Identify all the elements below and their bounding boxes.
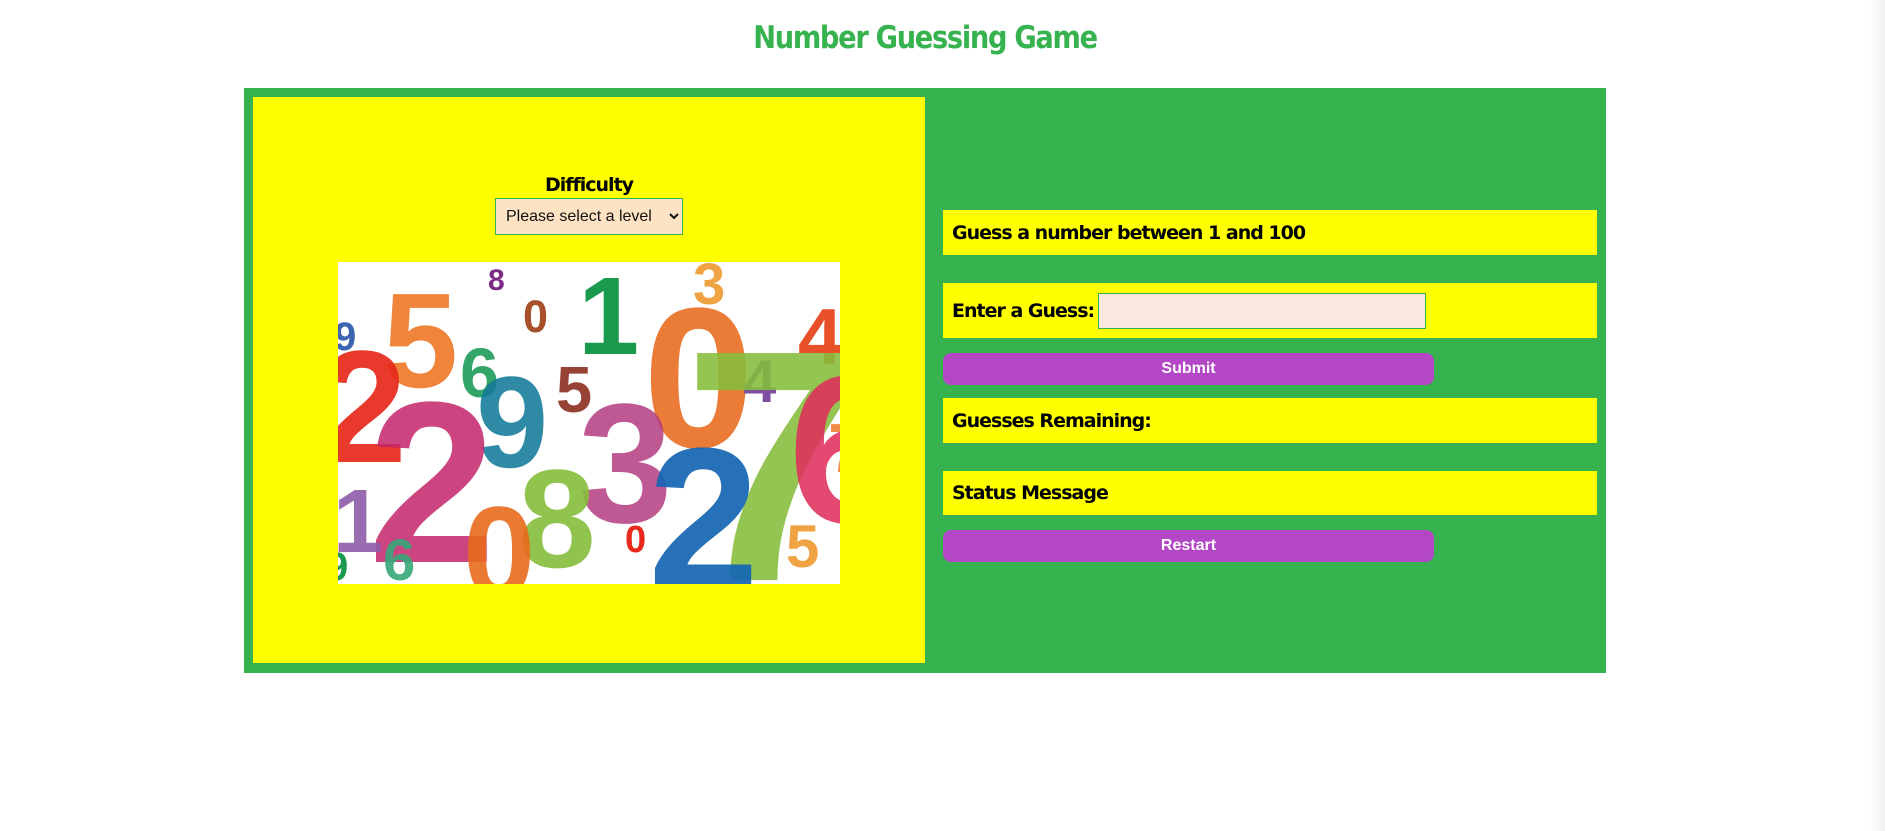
numbers-image-glyph: 0 xyxy=(625,519,646,561)
numbers-image-glyph: 5 xyxy=(786,513,819,580)
numbers-image-glyph: 0 xyxy=(523,291,548,342)
restart-button[interactable]: Restart xyxy=(943,530,1434,562)
difficulty-panel: Difficulty Please select a level 8 3 1 0… xyxy=(253,97,925,663)
range-text: Guess a number between 1 and 100 xyxy=(952,221,1306,244)
status-message: Status Message xyxy=(952,482,1109,504)
difficulty-label: Difficulty xyxy=(544,174,634,196)
numbers-image: 8 3 1 0 5 9 4 6 5 0 2 9 2 3 4 7 6 1 8 0 xyxy=(338,262,840,584)
guess-label: Enter a Guess: xyxy=(952,299,1095,322)
status-message-box: Status Message xyxy=(943,471,1597,515)
difficulty-select[interactable]: Please select a level xyxy=(495,198,683,235)
numbers-image-glyph: 7 xyxy=(828,409,840,487)
page-title: Number Guessing Game xyxy=(753,20,1098,56)
range-instruction: Guess a number between 1 and 100 xyxy=(943,210,1597,255)
guesses-remaining-box: Guesses Remaining: xyxy=(943,398,1597,443)
guesses-remaining-label: Guesses Remaining: xyxy=(952,409,1152,432)
numbers-image-glyph: 9 xyxy=(338,545,348,584)
guess-row: Enter a Guess: xyxy=(943,283,1597,338)
guess-input[interactable] xyxy=(1098,292,1427,329)
numbers-image-glyph: 6 xyxy=(383,528,415,584)
numbers-image-glyph: 2 xyxy=(648,407,759,584)
game-frame: Difficulty Please select a level 8 3 1 0… xyxy=(244,88,1606,673)
submit-button[interactable]: Submit xyxy=(943,353,1434,385)
numbers-image-glyph: 0 xyxy=(463,479,535,584)
numbers-image-glyph: 8 xyxy=(488,264,505,297)
page-scrollbar[interactable] xyxy=(1869,0,1885,831)
